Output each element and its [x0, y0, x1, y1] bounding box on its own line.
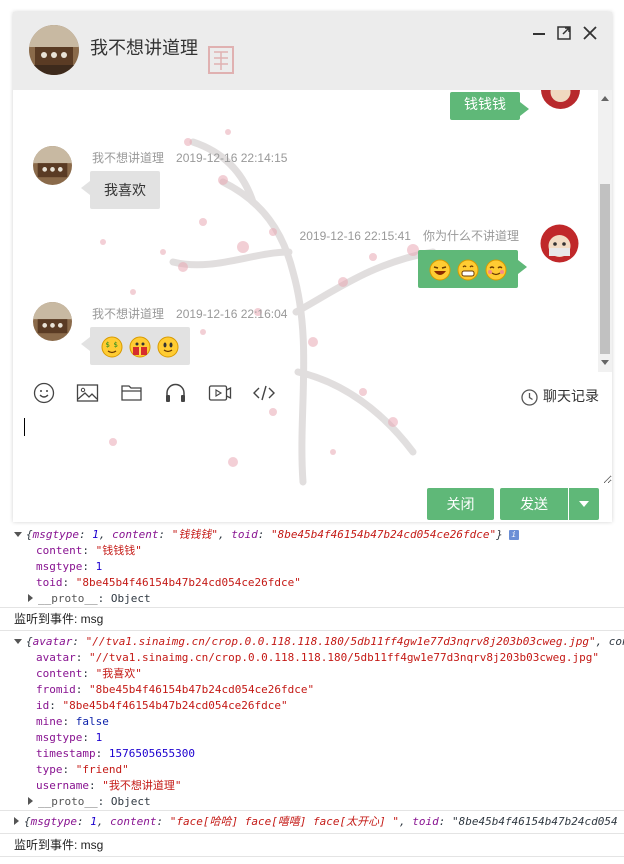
devtools-console: {msgtype: 1, content: "钱钱钱", toid: "8be4…	[0, 527, 624, 857]
message-meta: 我不想讲道理 2019-12-16 22:16:04	[92, 305, 287, 322]
avatar[interactable]	[541, 90, 580, 109]
scroll-up-arrow-icon[interactable]	[601, 96, 609, 101]
message-time: 2019-12-16 22:16:04	[176, 307, 288, 321]
console-property-proto[interactable]: __proto__: Object	[0, 794, 624, 810]
video-icon[interactable]	[208, 382, 232, 404]
maximize-icon[interactable]	[555, 24, 573, 42]
console-property: msgtype: 1	[36, 731, 103, 744]
happy-face-icon	[485, 259, 507, 281]
headphones-icon[interactable]	[164, 382, 188, 404]
console-log-object[interactable]: {msgtype: 1, content: "钱钱钱", toid: "8be4…	[0, 527, 624, 543]
avatar[interactable]	[29, 25, 79, 75]
laugh-face-icon	[429, 259, 451, 281]
message-username: 我不想讲道理	[92, 307, 165, 321]
send-button[interactable]: 发送	[500, 488, 568, 520]
message-username: 你为什么不讲道理	[422, 229, 519, 243]
console-property: avatar: "//tva1.sinaimg.cn/crop.0.0.118.…	[36, 651, 599, 664]
money-face-icon: $ $	[101, 336, 123, 358]
avatar[interactable]	[33, 302, 72, 341]
info-icon[interactable]: i	[508, 530, 519, 540]
expand-triangle-icon[interactable]	[14, 531, 22, 537]
message-bubble: 我喜欢	[81, 171, 160, 209]
console-log-text: 监听到事件: msg	[14, 838, 104, 852]
console-property: type: "friend"	[36, 763, 129, 776]
seal-stamp	[208, 46, 234, 74]
message-meta: 2019-12-16 22:15:41 你为什么不讲道理	[300, 227, 519, 244]
scroll-down-arrow-icon[interactable]	[601, 360, 609, 365]
grin-face-icon	[457, 259, 479, 281]
image-icon[interactable]	[76, 382, 100, 404]
message-meta: 我不想讲道理 2019-12-16 22:14:15	[92, 149, 287, 166]
log-summary: {msgtype: 1, content: "钱钱钱", toid: "8be4…	[26, 528, 503, 541]
message-bubble: $ $	[81, 327, 190, 365]
console-property: id: "8be45b4f46154b47b24cd054ce26fdce"	[36, 699, 288, 712]
message-list[interactable]: 钱钱钱 我不想讲道理 2019-12-16 22:14:15 我喜欢 2019-1…	[13, 90, 612, 372]
close-chat-button[interactable]: 关闭	[427, 488, 494, 520]
message-time: 2019-12-16 22:14:15	[176, 151, 288, 165]
message-input[interactable]	[13, 414, 612, 484]
clock-icon	[521, 389, 538, 406]
console-log-object[interactable]: {avatar: "//tva1.sinaimg.cn/crop.0.0.118…	[0, 634, 624, 650]
console-log-text: 监听到事件: msg	[14, 612, 104, 626]
scroll-thumb[interactable]	[600, 184, 610, 354]
minimize-icon[interactable]	[530, 24, 548, 42]
code-icon[interactable]	[252, 382, 276, 404]
emoji-icon[interactable]	[33, 382, 57, 404]
close-icon[interactable]	[581, 24, 599, 42]
property-value: "钱钱钱"	[95, 544, 142, 557]
message-time: 2019-12-16 22:15:41	[299, 229, 411, 243]
property-value: 1	[95, 560, 103, 573]
send-options-button[interactable]	[569, 488, 599, 520]
console-property: toid: "8be45b4f46154b47b24cd054ce26fdce"	[36, 576, 301, 589]
smile-face-icon	[157, 336, 179, 358]
avatar[interactable]	[33, 146, 72, 185]
console-property: mine: false	[36, 715, 109, 728]
console-property: content: "钱钱钱"	[36, 544, 142, 557]
folder-icon[interactable]	[120, 382, 144, 404]
svg-text:$: $	[106, 341, 110, 349]
message-bubble-partial: 钱钱钱	[450, 92, 529, 120]
chat-history-link[interactable]: 聊天记录	[521, 386, 599, 406]
expand-triangle-icon[interactable]	[28, 797, 33, 805]
expand-triangle-icon[interactable]	[28, 594, 33, 602]
log-summary: {avatar: "//tva1.sinaimg.cn/crop.0.0.118…	[26, 635, 624, 648]
console-property: username: "我不想讲道理"	[36, 779, 182, 792]
avatar[interactable]	[540, 224, 579, 263]
console-property: fromid: "8be45b4f46154b47b24cd054ce26fdc…	[36, 683, 315, 696]
expand-triangle-icon[interactable]	[14, 638, 22, 644]
expand-triangle-icon[interactable]	[14, 817, 19, 825]
chat-header: 我不想讲道理	[13, 12, 612, 90]
console-log-object[interactable]: {msgtype: 1, content: "face[哈哈] face[嘻嘻]…	[0, 814, 624, 830]
chat-window: 我不想讲道理 钱钱钱 我不想讲道理 2019-12-16 22:14:15 我喜…	[13, 12, 612, 522]
gift-face-icon	[129, 336, 151, 358]
console-property-proto[interactable]: __proto__: Object	[0, 591, 624, 607]
console-property: content: "我喜欢"	[36, 667, 142, 680]
message-username: 我不想讲道理	[92, 151, 165, 165]
text-caret	[24, 418, 25, 436]
chat-history-label: 聊天记录	[543, 388, 599, 404]
contact-name: 我不想讲道理	[90, 38, 198, 58]
property-value: "8be45b4f46154b47b24cd054ce26fdce"	[75, 576, 301, 589]
chat-toolbar: 聊天记录	[13, 372, 612, 414]
console-property: msgtype: 1	[36, 560, 103, 573]
log-summary: {msgtype: 1, content: "face[哈哈] face[嘻嘻]…	[24, 815, 618, 828]
chevron-down-icon	[579, 501, 589, 507]
console-property: timestamp: 1576505655300	[36, 747, 195, 760]
svg-text:$: $	[114, 341, 118, 349]
scrollbar[interactable]	[598, 90, 612, 372]
message-bubble	[418, 250, 527, 288]
